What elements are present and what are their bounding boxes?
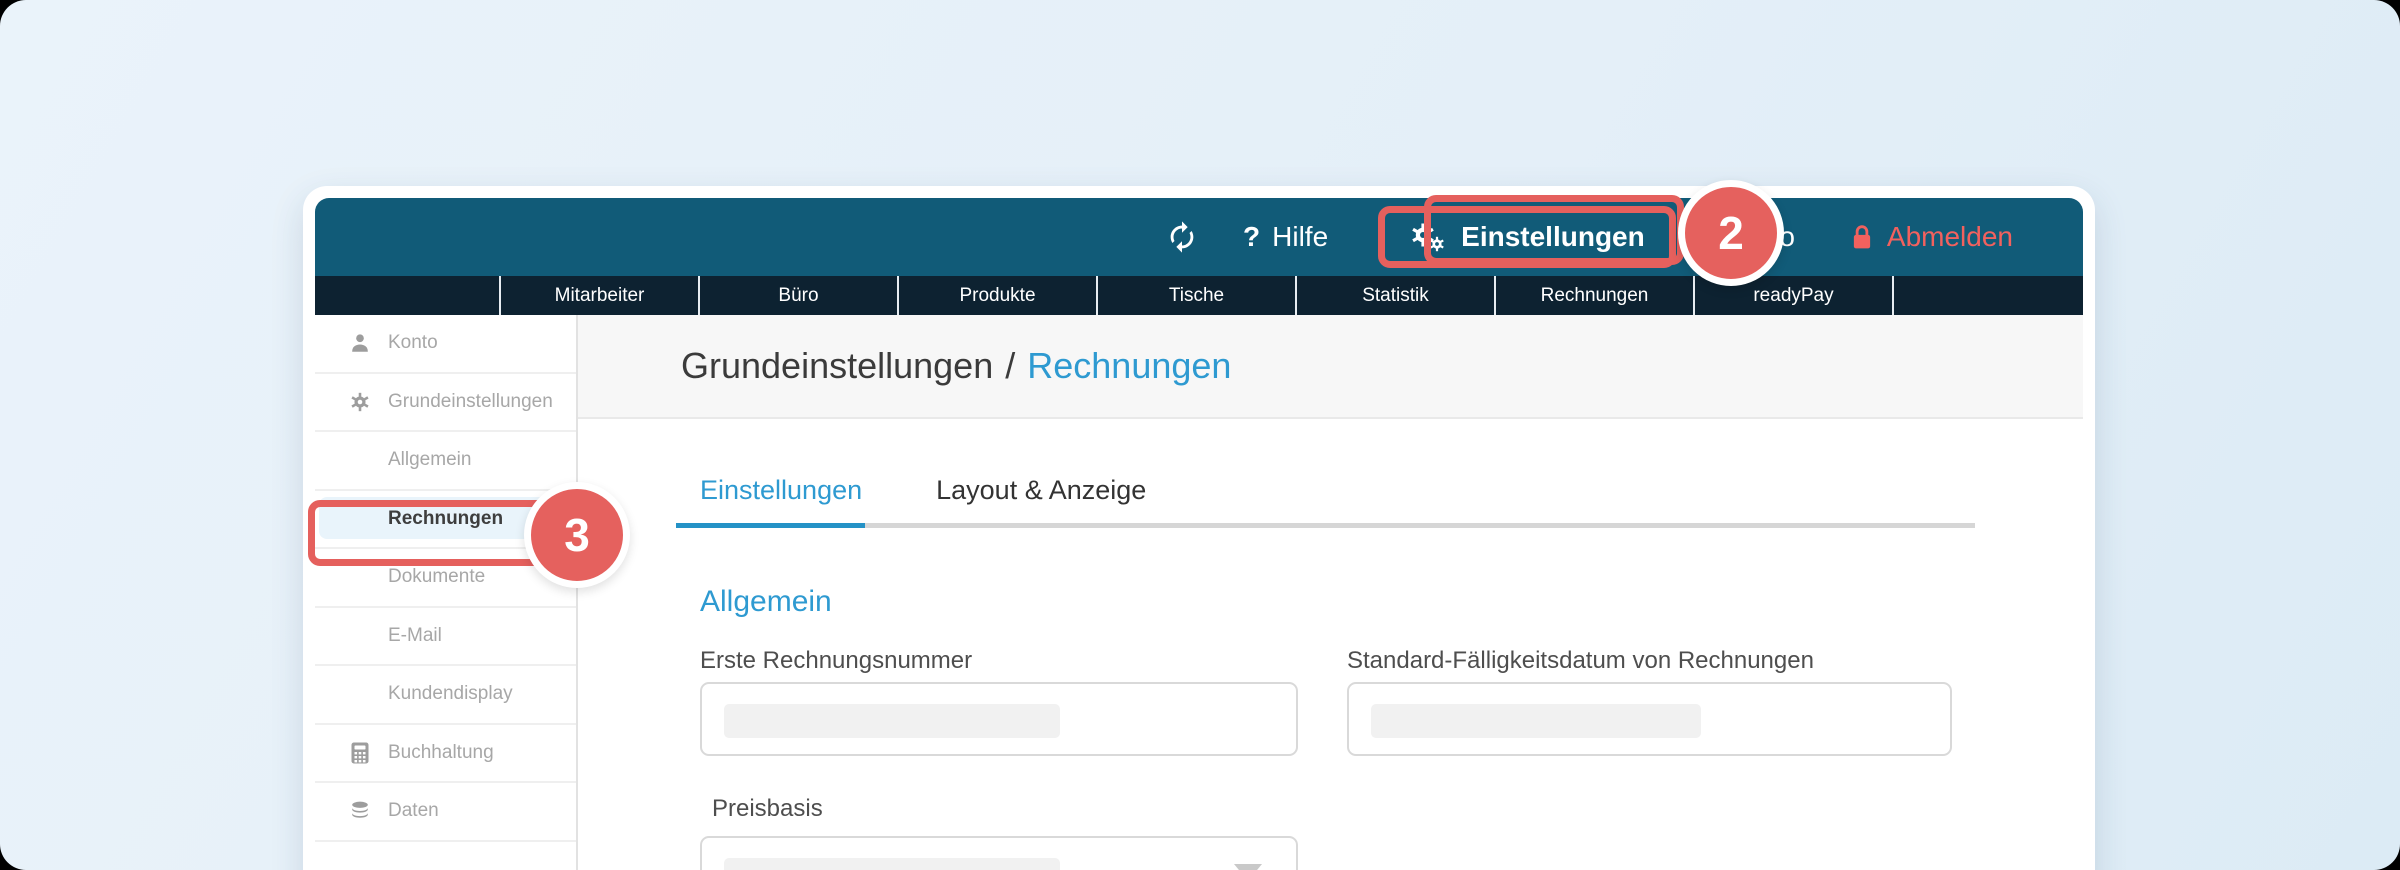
nav-tab-buero[interactable]: Büro: [700, 276, 899, 315]
tab-einstellungen[interactable]: Einstellungen: [700, 474, 862, 507]
section-title: Allgemein: [700, 585, 832, 618]
sidebar-item-label: Buchhaltung: [388, 741, 494, 763]
gear-icon: [348, 391, 372, 413]
nav-tab-rechnungen[interactable]: Rechnungen: [1496, 276, 1695, 315]
field-label-preisbasis: Preisbasis: [712, 795, 823, 822]
field-label-erste-rechnungsnummer: Erste Rechnungsnummer: [700, 647, 973, 674]
sidebar-item-label: Allgemein: [388, 449, 472, 471]
help-link[interactable]: ? Hilfe: [1243, 221, 1328, 253]
input-erste-rechnungsnummer[interactable]: [700, 682, 1298, 756]
nav-tab-statistik[interactable]: Statistik: [1297, 276, 1496, 315]
sidebar-item-grundeinstellungen[interactable]: Grundeinstellungen: [315, 374, 576, 432]
step-3-number: 3: [564, 509, 590, 561]
tab-underline-track: [676, 523, 1975, 528]
step-2-number: 2: [1718, 207, 1744, 259]
help-label: Hilfe: [1272, 221, 1329, 252]
content-tabs: Einstellungen Layout & Anzeige: [676, 474, 2083, 507]
sidebar-item-label: Kundendisplay: [388, 683, 513, 705]
annotation-box-rechnungen: [308, 500, 558, 566]
logout-link[interactable]: Abmelden: [1849, 221, 2013, 253]
user-icon: [348, 332, 372, 354]
breadcrumb: Grundeinstellungen / Rechnungen: [578, 315, 2083, 419]
breadcrumb-current: Rechnungen: [1027, 345, 1232, 386]
sidebar-item-label: Grundeinstellungen: [388, 390, 553, 412]
main-panel: Grundeinstellungen / Rechnungen Einstell…: [578, 315, 2083, 870]
breadcrumb-separator: /: [1005, 345, 1016, 386]
step-2-badge: 2: [1678, 180, 1784, 286]
sidebar-item-allgemein[interactable]: Allgemein: [315, 432, 576, 491]
refresh-button[interactable]: [1165, 220, 1199, 254]
annotation-box-einstellungen: [1424, 195, 1684, 265]
step-3-badge: 3: [524, 482, 630, 588]
nav-tab-produkte[interactable]: Produkte: [899, 276, 1098, 315]
sidebar-item-label: Daten: [388, 800, 439, 822]
lock-icon: [1853, 225, 1871, 249]
redacted-value: [1371, 704, 1701, 738]
sidebar-item-buchhaltung[interactable]: Buchhaltung: [315, 725, 576, 783]
calculator-icon: [348, 742, 372, 764]
nav-tab-mitarbeiter[interactable]: Mitarbeiter: [501, 276, 700, 315]
database-icon: [348, 800, 372, 822]
sync-icon: [1170, 221, 1194, 253]
question-icon: ?: [1243, 221, 1261, 252]
screen-background: ? Hilfe Einstellungen Abmelden Mitarbeit…: [0, 0, 2400, 870]
field-label-faelligkeitsdatum: Standard-Fälligkeitsdatum von Rechnungen: [1347, 647, 1814, 674]
chevron-down-icon: [1234, 864, 1262, 870]
sidebar-item-label: E-Mail: [388, 624, 442, 646]
module-nav-bar: Mitarbeiter Büro Produkte Tische Statist…: [315, 276, 2083, 315]
sidebar-item-daten[interactable]: Daten: [315, 783, 576, 842]
tab-layout-anzeige[interactable]: Layout & Anzeige: [936, 474, 1146, 507]
breadcrumb-parent[interactable]: Grundeinstellungen: [681, 345, 993, 387]
input-faelligkeitsdatum[interactable]: [1347, 682, 1952, 756]
top-header-bar: ? Hilfe Einstellungen Abmelden: [315, 198, 2083, 276]
nav-spacer: [315, 276, 501, 315]
sidebar-item-email[interactable]: E-Mail: [315, 608, 576, 666]
tab-underline-active: [676, 523, 865, 528]
select-preisbasis[interactable]: [700, 836, 1298, 870]
sidebar-item-label: Dokumente: [388, 566, 486, 588]
nav-tab-tische[interactable]: Tische: [1098, 276, 1297, 315]
logout-label: Abmelden: [1886, 221, 2013, 252]
sidebar-item-kundendisplay[interactable]: Kundendisplay: [315, 666, 576, 725]
sidebar-item-label: Konto: [388, 332, 438, 354]
redacted-value: [724, 858, 1060, 870]
nav-filler: [1894, 276, 2083, 315]
settings-sidebar: Konto Grundeinstellungen Allgemein Rechn…: [315, 315, 578, 870]
sidebar-item-konto[interactable]: Konto: [315, 315, 576, 374]
redacted-value: [724, 704, 1060, 738]
